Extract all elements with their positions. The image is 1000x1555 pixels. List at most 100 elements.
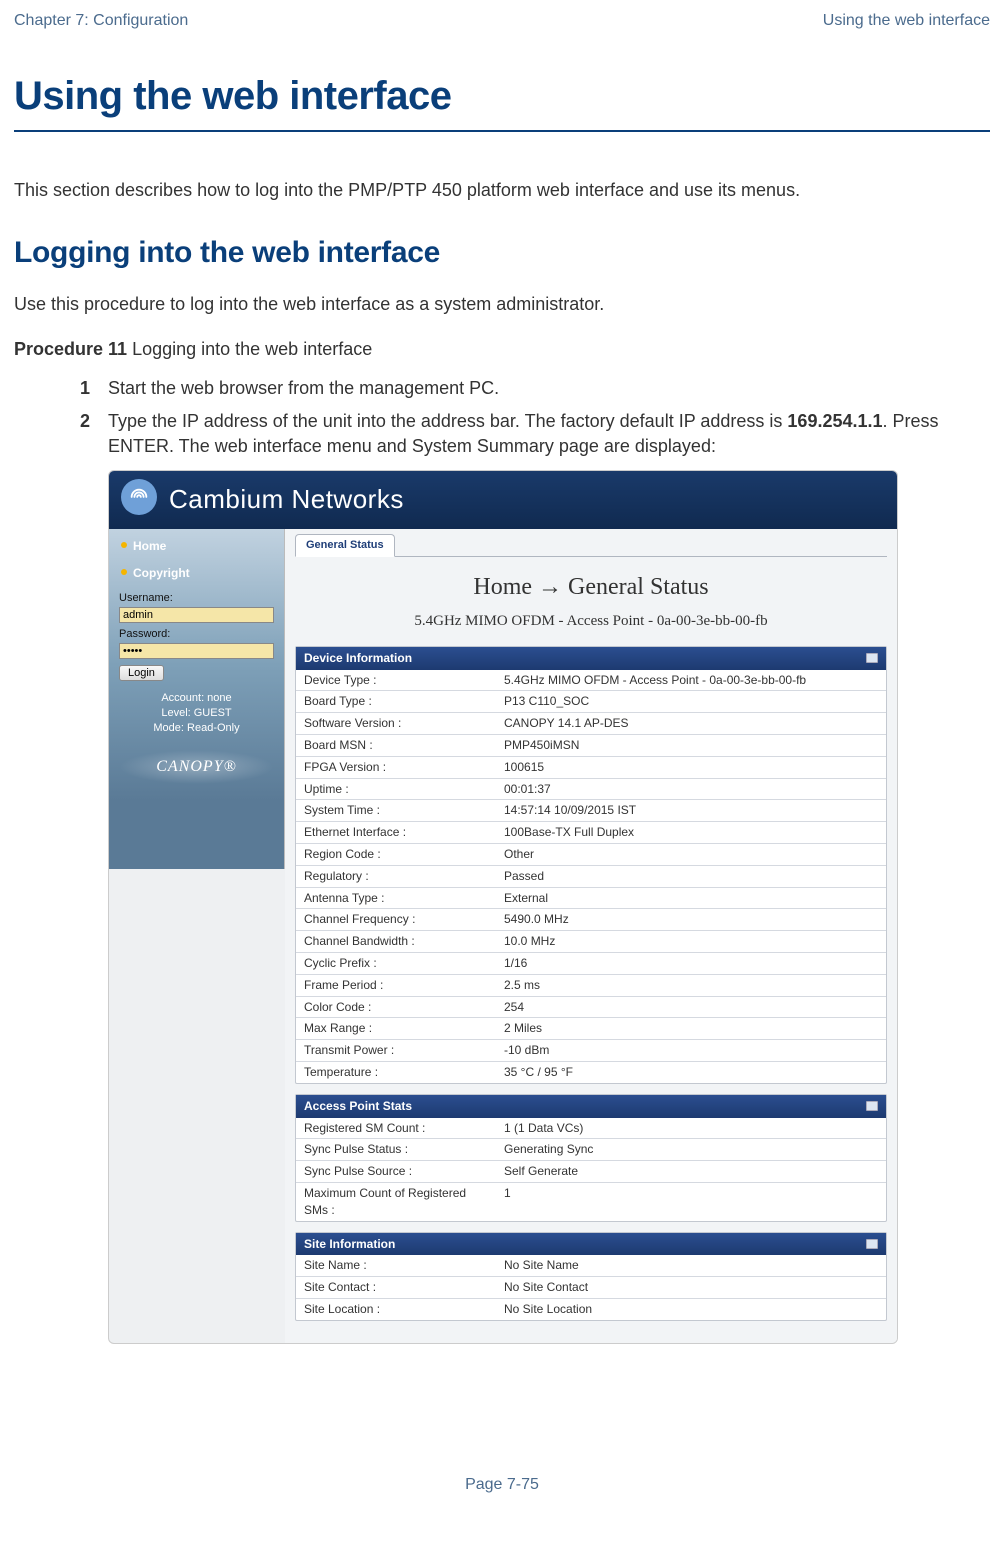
field-label: Frame Period : [296,974,496,996]
table-row: Software Version :CANOPY 14.1 AP-DES [296,713,886,735]
nav-item-home[interactable]: Home [119,537,274,556]
table-row: Color Code :254 [296,996,886,1018]
field-label: Channel Frequency : [296,909,496,931]
table-row: Ethernet Interface :100Base-TX Full Dupl… [296,822,886,844]
info-panel: Access Point StatsRegistered SM Count :1… [295,1094,887,1222]
field-value: No Site Name [496,1255,886,1276]
table-row: Uptime :00:01:37 [296,778,886,800]
header-right: Using the web interface [823,10,990,32]
table-row: Registered SM Count :1 (1 Data VCs) [296,1118,886,1139]
main-content: General Status Home → General Status 5.4… [285,529,897,1343]
field-value: 14:57:14 10/09/2015 IST [496,800,886,822]
collapse-icon[interactable] [866,653,878,663]
table-row: Region Code :Other [296,844,886,866]
table-row: Site Contact :No Site Contact [296,1277,886,1299]
step-2: 2 Type the IP address of the unit into t… [84,409,990,1344]
field-value: 2 Miles [496,1018,886,1040]
username-input[interactable] [119,607,274,623]
table-row: Max Range :2 Miles [296,1018,886,1040]
field-label: Maximum Count of Registered SMs : [296,1183,496,1221]
cambium-logo-icon [121,479,157,515]
table-row: System Time :14:57:14 10/09/2015 IST [296,800,886,822]
field-value: No Site Location [496,1299,886,1320]
field-label: Regulatory : [296,865,496,887]
table-row: Site Location :No Site Location [296,1299,886,1320]
table-row: Maximum Count of Registered SMs :1 [296,1183,886,1221]
field-value: Passed [496,865,886,887]
title-rule [14,130,990,132]
field-label: System Time : [296,800,496,822]
field-value: P13 C110_SOC [496,691,886,713]
field-label: Uptime : [296,778,496,800]
header-left: Chapter 7: Configuration [14,10,188,32]
table-row: Channel Bandwidth :10.0 MHz [296,931,886,953]
account-line: Account: none [119,691,274,706]
field-label: Transmit Power : [296,1040,496,1062]
collapse-icon[interactable] [866,1239,878,1249]
procedure-steps: 1 Start the web browser from the managem… [84,376,990,1344]
field-label: Sync Pulse Source : [296,1161,496,1183]
field-label: Site Contact : [296,1277,496,1299]
panel-header: Site Information [296,1233,886,1256]
table-row: Transmit Power :-10 dBm [296,1040,886,1062]
step-number: 1 [80,376,90,401]
field-value: 10.0 MHz [496,931,886,953]
field-value: 100615 [496,756,886,778]
table-row: Cyclic Prefix :1/16 [296,953,886,975]
table-row: Board MSN :PMP450iMSN [296,735,886,757]
field-value: 5.4GHz MIMO OFDM - Access Point - 0a-00-… [496,670,886,691]
web-interface-screenshot: Cambium Networks Home Copyright Username… [108,470,898,1344]
account-status: Account: none Level: GUEST Mode: Read-On… [119,691,274,736]
username-label: Username: [119,591,274,606]
step-number: 2 [80,409,90,434]
field-label: Channel Bandwidth : [296,931,496,953]
field-label: Site Name : [296,1255,496,1276]
field-label: Board Type : [296,691,496,713]
intro-paragraph: This section describes how to log into t… [14,178,990,203]
info-table: Device Type :5.4GHz MIMO OFDM - Access P… [296,670,886,1083]
tab-strip: General Status [295,529,887,557]
panel-title: Access Point Stats [304,1098,412,1115]
procedure-number: Procedure 11 [14,339,127,359]
canopy-badge: CANOPY® [119,750,274,784]
field-value: 1 [496,1183,886,1221]
table-row: Sync Pulse Status :Generating Sync [296,1139,886,1161]
field-value: CANOPY 14.1 AP-DES [496,713,886,735]
field-value: 1/16 [496,953,886,975]
field-value: Other [496,844,886,866]
field-label: Temperature : [296,1062,496,1083]
info-table: Site Name :No Site NameSite Contact :No … [296,1255,886,1319]
field-label: Registered SM Count : [296,1118,496,1139]
table-row: Antenna Type :External [296,887,886,909]
field-value: External [496,887,886,909]
brand-name: Cambium Networks [169,484,404,514]
field-label: Site Location : [296,1299,496,1320]
field-label: Sync Pulse Status : [296,1139,496,1161]
tab-general-status[interactable]: General Status [295,534,395,557]
collapse-icon[interactable] [866,1101,878,1111]
field-value: Generating Sync [496,1139,886,1161]
login-button[interactable]: Login [119,665,164,681]
field-value: 100Base-TX Full Duplex [496,822,886,844]
table-row: Channel Frequency :5490.0 MHz [296,909,886,931]
table-row: FPGA Version :100615 [296,756,886,778]
device-subtitle: 5.4GHz MIMO OFDM - Access Point - 0a-00-… [295,611,887,632]
procedure-title: Logging into the web interface [127,339,372,359]
info-panel: Site InformationSite Name :No Site NameS… [295,1232,887,1321]
step-text: Start the web browser from the managemen… [108,378,499,398]
panel-header: Access Point Stats [296,1095,886,1118]
table-row: Temperature :35 °C / 95 °F [296,1062,886,1083]
field-value: No Site Contact [496,1277,886,1299]
field-value: 5490.0 MHz [496,909,886,931]
field-label: Ethernet Interface : [296,822,496,844]
field-label: Color Code : [296,996,496,1018]
password-input[interactable] [119,643,274,659]
field-value: PMP450iMSN [496,735,886,757]
password-label: Password: [119,627,274,642]
field-value: -10 dBm [496,1040,886,1062]
table-row: Sync Pulse Source :Self Generate [296,1161,886,1183]
info-table: Registered SM Count :1 (1 Data VCs)Sync … [296,1118,886,1221]
field-label: Region Code : [296,844,496,866]
field-label: Software Version : [296,713,496,735]
nav-item-copyright[interactable]: Copyright [119,564,274,583]
